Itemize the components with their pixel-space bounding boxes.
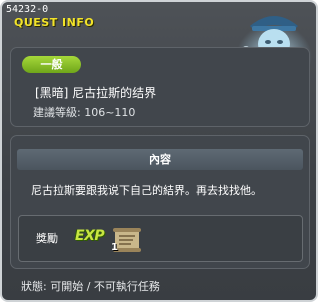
quest-title: [黑暗] 尼古拉斯的结界 [35,86,157,100]
recommended-level: 建議等級: 106~110 [33,106,136,119]
quest-header-panel: 一般 [黑暗] 尼古拉斯的结界 建議等級: 106~110 [10,47,310,127]
reward-item-count: 1 [111,242,118,253]
exp-icon: EXP [75,228,105,244]
reward-label: 獎勵 [36,232,58,245]
panel-title: QUEST INFO [14,16,95,29]
reward-box: 獎勵 EXP 1 [18,215,303,262]
quest-info-window: 54232-0 QUEST INFO 一般 [黑暗] 尼古拉斯的结界 建議等級:… [0,0,318,302]
quest-description: 尼古拉斯要跟我说下自己的結界。再去找找他。 [31,184,262,197]
quest-id: 54232-0 [6,4,49,15]
category-badge: 一般 [22,56,81,73]
quest-status: 狀態: 可開始 / 不可執行任務 [21,280,160,293]
content-section-header: 內容 [17,149,303,170]
quest-content-panel: 內容 尼古拉斯要跟我说下自己的結界。再去找找他。 獎勵 EXP 1 [10,135,310,269]
